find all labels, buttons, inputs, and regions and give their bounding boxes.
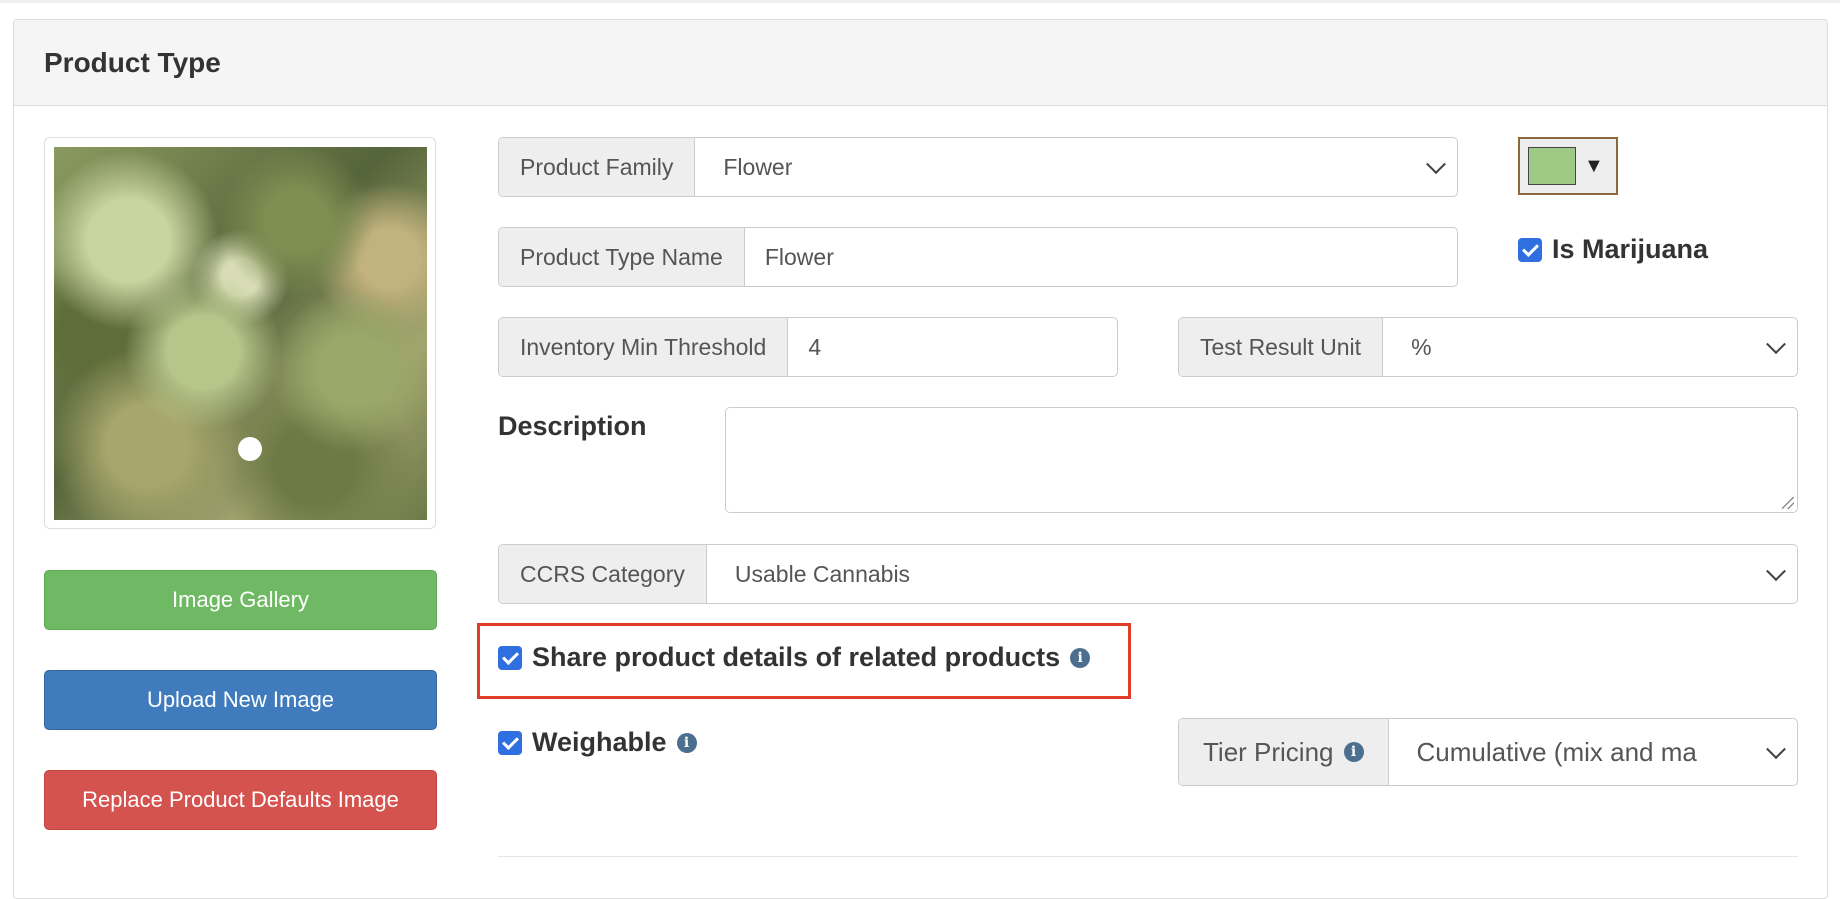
product-family-label: Product Family [499, 138, 696, 196]
product-type-name-input[interactable]: Flower [745, 228, 1457, 286]
image-indicator-dot[interactable] [238, 437, 262, 461]
product-family-group: Product Family Flower [498, 137, 1458, 197]
chevron-down-icon [1426, 154, 1446, 175]
image-gallery-button[interactable]: Image Gallery [44, 570, 437, 630]
color-swatch [1528, 147, 1576, 185]
ccrs-category-label: CCRS Category [499, 545, 707, 603]
tier-pricing-addon: Tier Pricing i [1179, 719, 1389, 785]
panel-title: Product Type [44, 46, 221, 78]
description-label: Description [498, 411, 647, 441]
test-result-unit-select[interactable]: % [1383, 318, 1797, 376]
chevron-down-icon [1766, 334, 1786, 355]
upload-new-image-button[interactable]: Upload New Image [44, 670, 437, 730]
triangle-down-icon: ▼ [1584, 154, 1604, 177]
chevron-down-icon [1766, 561, 1786, 582]
product-image-frame [44, 137, 436, 529]
is-marijuana-row: Is Marijuana [1518, 234, 1708, 265]
share-details-row: Share product details of related product… [498, 642, 1091, 673]
tier-pricing-label: Tier Pricing [1203, 736, 1334, 767]
product-type-name-value: Flower [764, 243, 834, 270]
tier-pricing-select[interactable]: Cumulative (mix and ma [1389, 719, 1797, 785]
replace-defaults-image-button[interactable]: Replace Product Defaults Image [44, 770, 437, 830]
is-marijuana-checkbox[interactable] [1518, 237, 1542, 262]
weighable-row: Weighable i [498, 727, 697, 758]
product-image [54, 147, 427, 520]
ccrs-category-group: CCRS Category Usable Cannabis [498, 544, 1798, 604]
share-details-label: Share product details of related product… [532, 642, 1061, 672]
top-border [0, 0, 1840, 3]
color-picker[interactable]: ▼ [1518, 137, 1618, 195]
product-family-value: Flower [723, 153, 793, 180]
test-result-unit-group: Test Result Unit % [1178, 317, 1798, 377]
share-details-checkbox[interactable] [498, 645, 522, 670]
tier-pricing-value: Cumulative (mix and ma [1416, 736, 1697, 767]
product-type-name-label: Product Type Name [499, 228, 745, 286]
resize-handle-icon[interactable] [1782, 497, 1794, 509]
inventory-threshold-label: Inventory Min Threshold [499, 318, 789, 376]
product-type-name-group: Product Type Name Flower [498, 227, 1458, 287]
info-icon[interactable]: i [1343, 742, 1364, 762]
divider [498, 856, 1798, 857]
ccrs-category-select[interactable]: Usable Cannabis [707, 545, 1797, 603]
inventory-threshold-group: Inventory Min Threshold 4 [498, 317, 1118, 377]
ccrs-category-value: Usable Cannabis [734, 560, 911, 587]
info-icon[interactable]: i [676, 732, 697, 753]
weighable-label: Weighable [532, 727, 667, 757]
tier-pricing-group: Tier Pricing i Cumulative (mix and ma [1178, 718, 1798, 786]
inventory-threshold-input[interactable]: 4 [788, 318, 1117, 376]
panel-heading: Product Type [14, 20, 1827, 106]
is-marijuana-label: Is Marijuana [1552, 234, 1709, 264]
description-textarea[interactable] [725, 407, 1798, 513]
test-result-unit-label: Test Result Unit [1179, 318, 1384, 376]
weighable-checkbox[interactable] [498, 730, 522, 755]
chevron-down-icon [1766, 739, 1786, 760]
product-family-select[interactable]: Flower [695, 138, 1457, 196]
test-result-unit-value: % [1411, 333, 1432, 360]
info-icon[interactable]: i [1070, 647, 1091, 668]
inventory-threshold-value: 4 [808, 333, 822, 360]
